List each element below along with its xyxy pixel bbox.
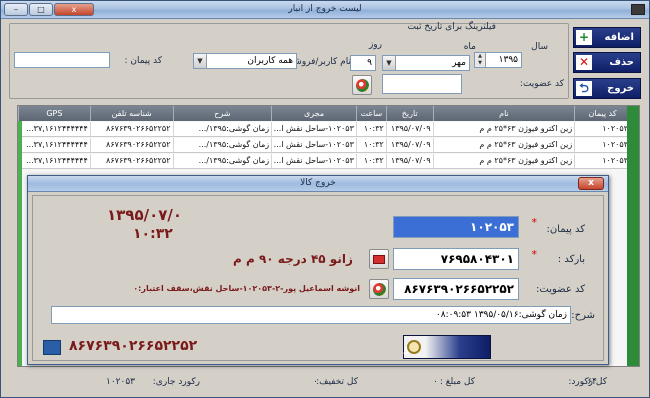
dialog-contract-input[interactable]: ۱۰۲۰۵۳ <box>393 216 519 238</box>
exit-goods-dialog: خروج کالا x کد پیمان: * ۱۰۲۰۵۳ ۱۳۹۵/۰۷/۰… <box>27 175 609 365</box>
table-row[interactable]: ۳۷,۱۶۱۲۴۴۴۴۴۴... ۸۶۷۶۳۹۰۲۶۶۵۲۲۵۲ زمان گو… <box>18 138 639 153</box>
user-select[interactable]: ▼ همه کاربران <box>193 53 297 69</box>
delete-button[interactable]: ✕ حذف <box>573 52 641 73</box>
card-icon <box>373 254 385 264</box>
total-amount-label: کل مبلغ : <box>439 377 475 387</box>
member-lookup-button[interactable] <box>369 279 389 299</box>
year-spinner[interactable]: ▲ ▼ ۱۳۹۵ <box>474 52 522 68</box>
day-label: روز <box>368 40 382 50</box>
dialog-member-label: کد عضویت: <box>536 284 585 295</box>
chevron-down-icon[interactable]: ▼ <box>194 54 207 68</box>
filter-title: فیلترینگ برای تاریخ ثبت <box>407 22 496 32</box>
product-name: زانو ۴۵ درجه ۹۰ م م <box>233 252 353 266</box>
window-title: لیست خروج از انبار <box>288 4 362 14</box>
title-bar: – □ x لیست خروج از انبار <box>1 1 649 19</box>
member-code-input[interactable] <box>382 74 462 94</box>
col-name[interactable]: نام <box>432 106 575 121</box>
filter-icon <box>355 78 369 92</box>
refresh-filter-button[interactable] <box>352 75 372 95</box>
col-contract[interactable]: کد پیمان <box>574 106 630 121</box>
cross-icon: ✕ <box>576 55 592 70</box>
grid-left-strip <box>18 121 22 366</box>
cancel-button[interactable]: لغو <box>403 335 491 359</box>
month-select[interactable]: ▼ مهر <box>382 55 470 71</box>
record-count-value: ۶۴ <box>587 377 597 387</box>
grid-header: GPS شناسه تلفن شرح مجری ساعت تاریخ نام ک… <box>18 106 639 121</box>
status-bar: کل رکورد: ۶۴ کل مبلغ : ۰ کل تخفیف: ۰ رکو… <box>9 373 643 391</box>
contract-label: کد پیمان : <box>124 56 162 66</box>
grid-scrollbar[interactable] <box>627 106 639 366</box>
col-date[interactable]: تاریخ <box>385 106 433 121</box>
barcode-label: بارکد : <box>557 254 585 265</box>
cancel-icon <box>407 340 421 354</box>
member-icon <box>372 282 386 296</box>
total-discount-label: کل تخفیف: <box>316 377 358 387</box>
dialog-title: خروج کالا <box>300 178 336 188</box>
device-icon[interactable] <box>43 340 61 355</box>
total-amount-value: ۰ <box>433 377 438 387</box>
required-mark: * <box>531 216 538 229</box>
col-time[interactable]: ساعت <box>355 106 386 121</box>
member-code-label: کد عضویت: <box>519 79 564 89</box>
dialog-title-bar: خروج کالا x <box>28 176 608 192</box>
spin-arrows-icon[interactable]: ▲ ▼ <box>475 53 486 67</box>
year-label: سال <box>531 42 548 52</box>
dialog-member-input[interactable]: ۸۶۷۶۳۹۰۲۶۶۵۲۲۵۲ <box>393 278 519 300</box>
current-record-value: ۱۰۲۰۵۳ <box>105 377 135 387</box>
month-label: ماه <box>463 42 476 52</box>
plus-icon: + <box>576 30 592 45</box>
total-discount-value: ۰ <box>313 377 318 387</box>
time-display: ۱۰:۳۲ <box>133 226 173 242</box>
contract-input[interactable] <box>14 52 110 68</box>
desc-label: شرح: <box>571 310 595 321</box>
add-button[interactable]: + اضافه <box>573 27 641 48</box>
serial-display: ۸۶۷۶۳۹۰۲۶۶۵۲۲۵۲ <box>69 338 198 354</box>
col-gps[interactable]: GPS <box>18 106 90 121</box>
col-serial[interactable]: شناسه تلفن <box>89 106 173 121</box>
app-icon <box>631 4 645 15</box>
table-row[interactable]: ۳۷,۱۶۱۲۴۴۴۴۴۴... ۸۶۷۶۳۹۰۲۶۶۵۲۲۵۲ زمان گو… <box>18 122 639 137</box>
day-input[interactable]: ۹ <box>350 55 376 71</box>
current-record-label: رکورد جاری: <box>152 377 200 387</box>
col-desc[interactable]: شرح <box>172 106 272 121</box>
dialog-contract-label: کد پیمان: <box>546 224 585 235</box>
exit-button[interactable]: ⮌ خروج <box>573 78 641 99</box>
dialog-body: کد پیمان: * ۱۰۲۰۵۳ ۱۳۹۵/۰۷/۰ ۱۰:۳۲ بارکد… <box>32 195 604 361</box>
dialog-close-button[interactable]: x <box>578 177 604 190</box>
filter-group: فیلترینگ برای تاریخ ثبت سال ماه روز ▲ ▼ ۱… <box>9 22 569 99</box>
required-mark: * <box>531 248 538 261</box>
desc-input[interactable]: زمان گوشی:۱۳۹۵/۰۵/۱۶ ۰۸:۰۹:۵۳ <box>51 306 571 324</box>
barcode-input[interactable]: ۷۶۹۵۸۰۴۳۰۱ <box>393 248 519 270</box>
chevron-down-icon[interactable]: ▼ <box>383 56 396 70</box>
back-arrow-icon: ⮌ <box>576 81 592 96</box>
member-info: انوشه اسماعیل پور-۲-۱۰۲۰۵۳-ساحل نقش،سقف … <box>133 284 360 293</box>
col-executor[interactable]: مجری <box>271 106 356 121</box>
date-display: ۱۳۹۵/۰۷/۰ <box>107 206 183 224</box>
barcode-lookup-button[interactable] <box>369 249 389 269</box>
table-row[interactable]: ۳۷,۱۶۱۲۴۴۴۴۴۴... ۸۶۷۶۳۹۰۲۶۶۵۲۲۵۲ زمان گو… <box>18 154 639 169</box>
